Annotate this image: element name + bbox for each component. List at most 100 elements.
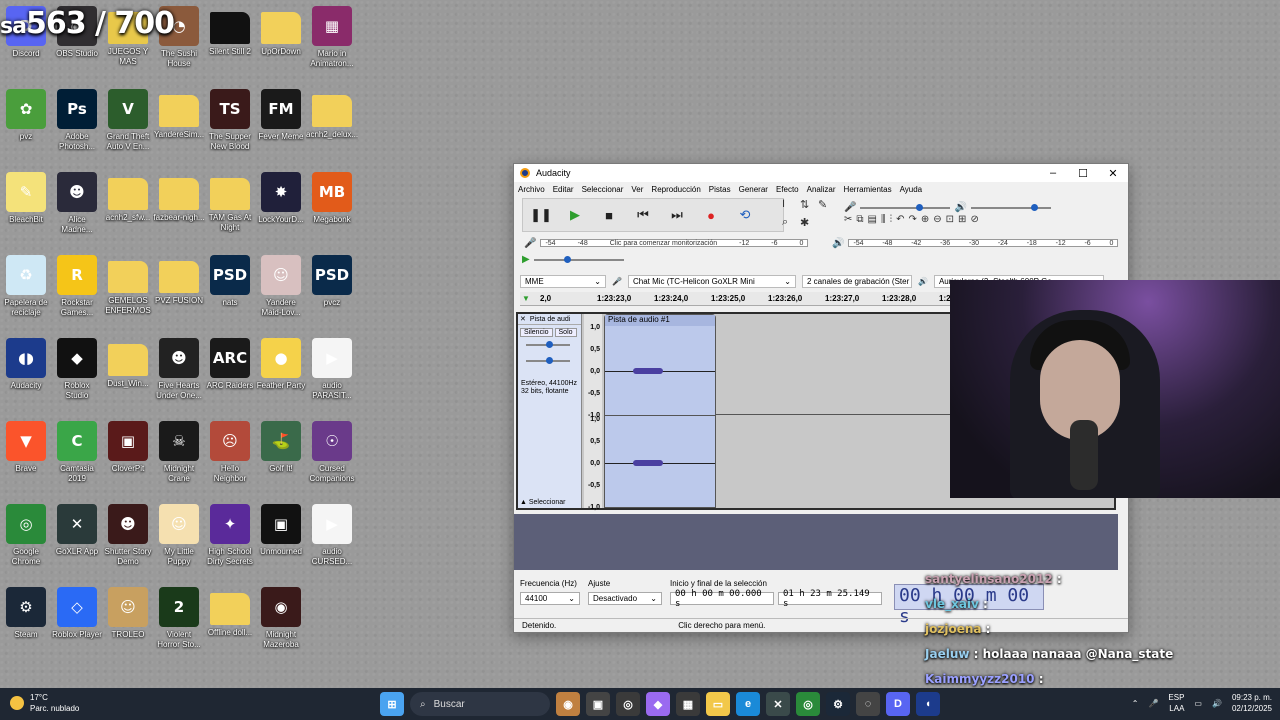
track-select-button[interactable]: ▲ Seleccionar	[520, 499, 565, 506]
desktop-icon[interactable]: C Camtasia 2019	[51, 421, 103, 484]
empty-project-area[interactable]	[514, 514, 1118, 570]
weather-widget[interactable]: 17°C Parc. nublado	[10, 692, 79, 714]
desktop-icon[interactable]: Silent Still 2	[204, 6, 256, 57]
desktop-icon[interactable]: ♻ Papelera de reciclaje	[0, 255, 52, 318]
clip-title[interactable]: Pista de audio #1	[605, 315, 715, 326]
skip-start-button[interactable]: ⏮	[631, 203, 655, 227]
rec-volume-slider[interactable]	[860, 203, 951, 211]
desktop-icon[interactable]: acnh2_sfw...	[102, 172, 154, 223]
menu-item[interactable]: Herramientas	[844, 185, 892, 194]
title-bar[interactable]: Audacity – ☐ ✕	[514, 164, 1128, 182]
fit-selection-icon[interactable]: ⊡	[946, 214, 954, 225]
desktop-icon[interactable]: ◇ Roblox Player	[51, 587, 103, 640]
play-speed-slider[interactable]	[533, 255, 624, 263]
track-vertical-scale[interactable]: 1,0 0,5 0,0 -0,5 -1,0 1,0 0,5 0,0 -0,5 -1,0	[584, 314, 602, 511]
desktop-icon[interactable]: ARC ARC Raiders	[204, 338, 256, 391]
menu-item[interactable]: Pistas	[709, 185, 731, 194]
zoom-out-icon[interactable]: ⊖	[933, 214, 941, 225]
desktop-icon[interactable]: ✿ pvz	[0, 89, 52, 142]
mute-button[interactable]: Silencio	[520, 328, 553, 337]
gain-slider[interactable]	[518, 340, 581, 350]
taskbar-app-icon[interactable]: ◌	[856, 692, 880, 716]
volume-icon[interactable]: 🔊	[1212, 699, 1222, 708]
network-icon[interactable]: ▭	[1194, 699, 1202, 708]
trim-icon[interactable]: ⫼	[881, 214, 886, 225]
redo-icon[interactable]: ↷	[908, 214, 916, 225]
taskbar-app-icon[interactable]: ⚙	[826, 692, 850, 716]
desktop-icon[interactable]: ☻ Shutter Story Demo	[102, 504, 154, 567]
clock[interactable]: 09:23 p. m. 02/12/2025	[1232, 692, 1272, 714]
menu-item[interactable]: Efecto	[776, 185, 799, 194]
menu-item[interactable]: Seleccionar	[582, 185, 624, 194]
desktop-icon[interactable]: UpOrDown	[255, 6, 307, 57]
menu-item[interactable]: Analizar	[807, 185, 836, 194]
menu-item[interactable]: Reproducción	[651, 185, 700, 194]
record-meter[interactable]: 🎤 -54 -48 Clic para comenzar monitorizació…	[524, 236, 814, 250]
desktop-icon[interactable]: ◉ Midnight Mazeroba	[255, 587, 307, 650]
host-select[interactable]: MME ⌄	[520, 274, 606, 288]
play-button[interactable]: ▶	[563, 203, 587, 227]
desktop-icon[interactable]: ● Feather Party	[255, 338, 307, 391]
close-button[interactable]: ✕	[1098, 167, 1128, 180]
desktop-icon[interactable]: TS The Supper New Blood	[204, 89, 256, 152]
desktop-icon[interactable]: ☹ Hello Neighbor	[204, 421, 256, 484]
taskbar-app-icon[interactable]: ▣	[586, 692, 610, 716]
selection-mode-select[interactable]: Inicio y final de la selección	[670, 579, 882, 588]
menu-item[interactable]: Editar	[553, 185, 574, 194]
menu-item[interactable]: Ayuda	[900, 185, 923, 194]
stop-button[interactable]: ■	[597, 203, 621, 227]
desktop-icon[interactable]: MB Megabonk	[306, 172, 358, 225]
taskbar-app-icon[interactable]: ⊞	[380, 692, 404, 716]
zoom-in-icon[interactable]: ⊕	[921, 214, 929, 225]
taskbar-app-icon[interactable]: ◎	[796, 692, 820, 716]
desktop-icon[interactable]: ▦ Mario in Animatron...	[306, 6, 358, 69]
taskbar-app-icon[interactable]: ▭	[706, 692, 730, 716]
desktop-icon[interactable]: Dust_Win...	[102, 338, 154, 389]
track-name-menu[interactable]: Pista de audi	[530, 316, 570, 323]
desktop-icon[interactable]: ☺ My Little Puppy	[153, 504, 205, 567]
desktop-icon[interactable]: ☻ Five Hearts Under One...	[153, 338, 205, 401]
desktop-icon[interactable]: ☺ TROLEO	[102, 587, 154, 640]
play-volume-slider[interactable]	[970, 203, 1051, 211]
audio-clip[interactable]: Pista de audio #1	[604, 314, 716, 508]
record-button[interactable]: ●	[699, 203, 723, 227]
cut-icon[interactable]: ✂	[844, 214, 852, 225]
channels-select[interactable]: 2 canales de grabación (Ster⌄	[801, 274, 912, 288]
desktop-icon[interactable]: Ps Adobe Photosh...	[51, 89, 103, 152]
selection-start-time[interactable]: 00 h 00 m 00.000 s	[670, 589, 774, 609]
paste-icon[interactable]: ▤	[868, 214, 877, 225]
desktop-icon[interactable]: Offline doll...	[204, 587, 256, 638]
maximize-button[interactable]: ☐	[1068, 167, 1098, 180]
desktop-icon[interactable]: ◖◗ Audacity	[0, 338, 52, 391]
desktop-icon[interactable]: ✕ GoXLR App	[51, 504, 103, 557]
taskbar-app-icon[interactable]: D	[886, 692, 910, 716]
play-meter[interactable]: 🔊 -54 -48 -42 -36 -30 -24 -18 -12 -6 0	[832, 236, 1122, 250]
desktop-icon[interactable]: PVZ FUSION	[153, 255, 205, 306]
desktop-icon[interactable]: ☉ Cursed Companions	[306, 421, 358, 484]
selection-tool-icon[interactable]: I	[782, 198, 798, 214]
desktop-icon[interactable]: GEMELOS ENFERMOS	[102, 255, 154, 316]
taskbar-app-icon[interactable]: ◎	[616, 692, 640, 716]
desktop-icon[interactable]: 2 Violent Horror Sto...	[153, 587, 205, 650]
taskbar-app-icon[interactable]: ◆	[646, 692, 670, 716]
menu-item[interactable]: Generar	[739, 185, 768, 194]
fit-project-icon[interactable]: ⊞	[958, 214, 966, 225]
desktop-icon[interactable]: ☠ Midnight Crane	[153, 421, 205, 484]
desktop-icon[interactable]: ☺ Yandere Maid-Lov...	[255, 255, 307, 318]
chevron-up-icon[interactable]: ⌃	[1132, 699, 1139, 708]
selection-end-time[interactable]: 01 h 23 m 25.149 s	[778, 589, 882, 609]
desktop-icon[interactable]: ▼ Brave	[0, 421, 52, 474]
menu-item[interactable]: Ver	[631, 185, 643, 194]
desktop-icon[interactable]: TAM Gas At Night	[204, 172, 256, 233]
envelope-tool-icon[interactable]: ⇅	[800, 198, 816, 214]
search-box[interactable]: ⌕ Buscar	[410, 692, 550, 716]
taskbar-app-icon[interactable]: ▦	[676, 692, 700, 716]
taskbar-app-icon[interactable]: ◖	[916, 692, 940, 716]
taskbar-app-icon[interactable]: e	[736, 692, 760, 716]
desktop-icon[interactable]: PSD nats	[204, 255, 256, 308]
snap-select[interactable]: Desactivado ⌄	[588, 592, 662, 605]
silence-icon[interactable]: ⫶	[890, 214, 893, 225]
desktop-icon[interactable]: FM Fever Meme	[255, 89, 307, 142]
desktop-icon[interactable]: ▶ audio CURSED...	[306, 504, 358, 567]
draw-tool-icon[interactable]: ✎	[818, 198, 834, 214]
